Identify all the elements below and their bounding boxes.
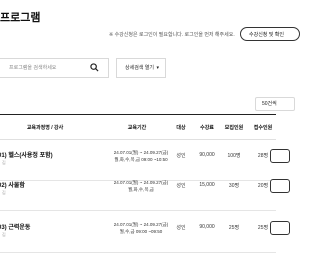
fee-cell: 90,000 [199,152,215,158]
detail-search-label: 상세검색 열기 [125,65,154,71]
period-dates: 24.07.01(월) ~ 24.09.27(금) [113,180,169,185]
course-instructor: 김 [2,160,6,165]
course-name[interactable]: 01) 헬스(사용정 포함) [0,150,53,159]
row-apply-button[interactable] [270,221,290,235]
login-notice: ※ 수강신청은 로그인이 필요합니다. 로그인을 먼저 해주세요. [109,32,235,38]
period-dates: 24.07.01(월) ~ 24.09.27(금) [113,150,169,155]
course-name[interactable]: 03) 근력운동 [0,222,30,231]
target-cell: 성인 [176,183,186,189]
course-instructor: 김 [2,232,6,237]
fee-cell: 15,000 [199,182,215,188]
period-dates: 24.07.01(월) ~ 24.09.27(금) [113,222,169,227]
apply-check-button[interactable]: 수강신청 및 확인 [240,27,300,41]
chevron-down-icon: ▾ [156,65,159,71]
header-recruit: 모집인원 [224,125,244,131]
applied-cell: 28명 [257,153,269,159]
row-apply-button[interactable] [270,149,290,163]
detail-search-button[interactable]: 상세검색 열기 ▾ [116,58,166,78]
recruit-cell: 30명 [228,183,240,189]
per-page-select[interactable]: 50건씩 [255,97,295,111]
search-icon[interactable] [90,63,99,72]
period-days: 월,수,금 09:00 ~09:50 [119,229,163,234]
course-name[interactable]: 02) 사물함 [0,180,25,189]
fee-cell: 90,000 [199,224,215,230]
period-days: 월,화,수,목,금 09:00 ~10:50 [114,157,168,162]
applied-cell: 25명 [257,225,269,231]
search-input[interactable] [1,59,94,77]
recruit-cell: 100명 [227,153,241,159]
applied-cell: 20명 [257,183,269,189]
target-cell: 성인 [176,153,186,159]
page-title: 프로그램 [0,12,41,24]
table-row[interactable]: 02) 사물함 김 24.07.01(월) ~ 24.09.27(금) 월,화,… [0,170,290,211]
header-fee: 수강료 [200,125,214,131]
search-box [0,58,109,78]
period-days: 월,화,수,목,금 [128,187,154,192]
header-period: 교육기간 [127,125,147,131]
row-apply-button[interactable] [270,179,290,193]
course-instructor: 김 [2,190,6,195]
table-top-border [0,114,276,115]
table-row[interactable]: 03) 근력운동 김 24.07.01(월) ~ 24.09.27(금) 월,수… [0,212,290,253]
header-applied: 접수인원 [253,125,273,131]
recruit-cell: 25명 [228,225,240,231]
header-target: 대상 [176,125,186,131]
target-cell: 성인 [176,225,186,231]
header-course: 교육과정명 / 강사 [26,125,64,131]
